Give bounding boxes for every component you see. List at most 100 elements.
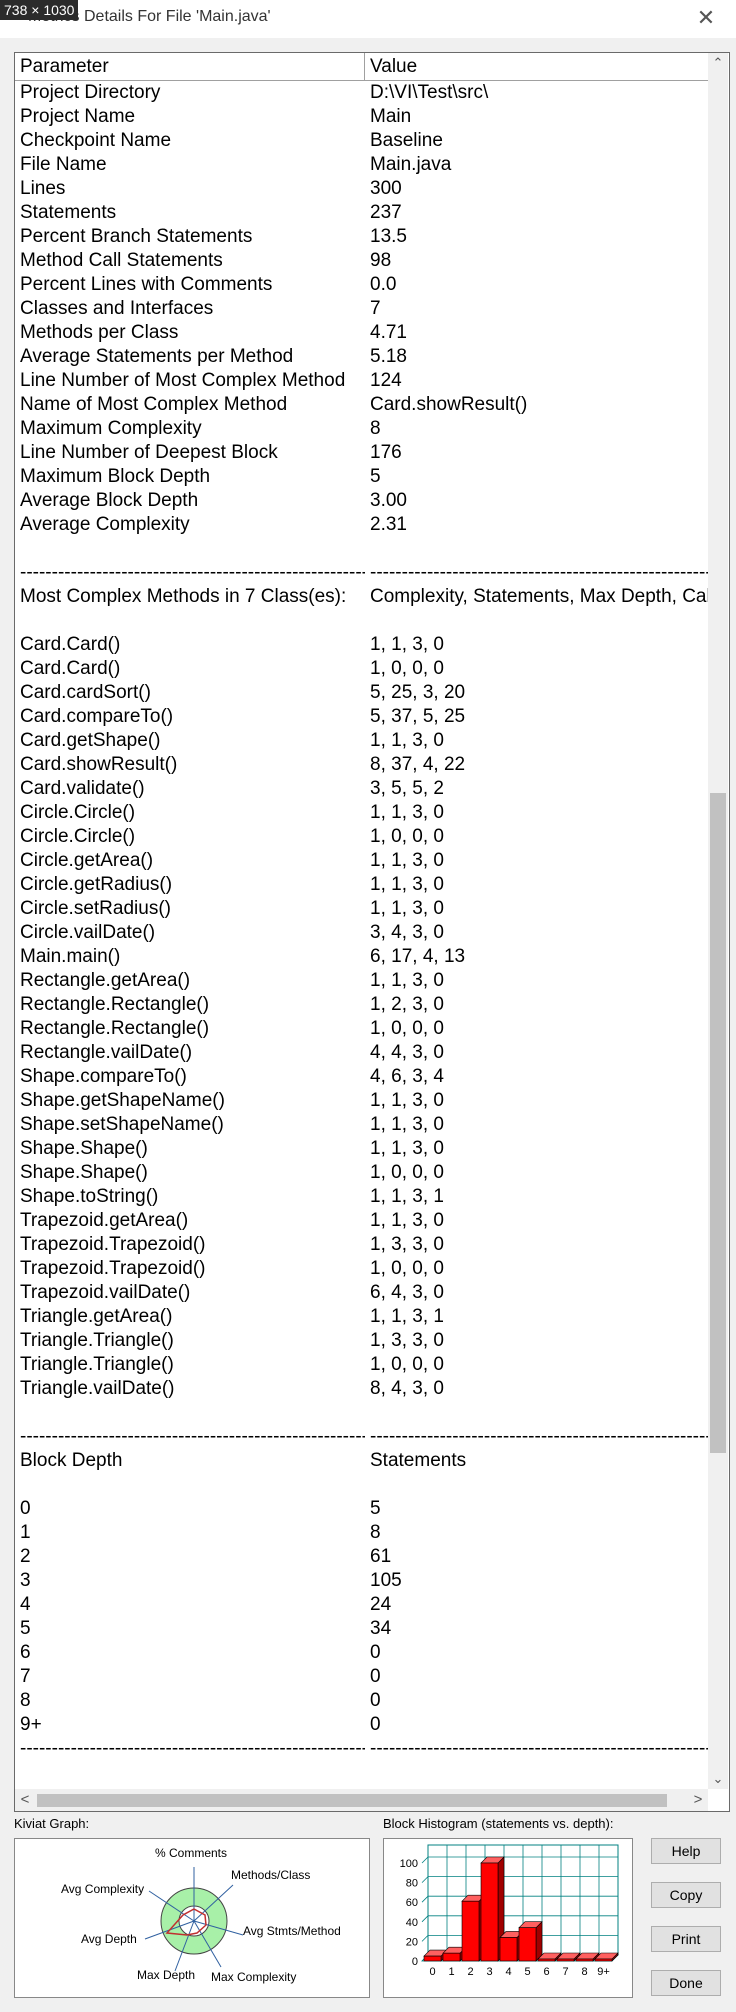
table-row[interactable]: Block Depth Statements [15,1449,708,1473]
table-row[interactable]: Card.Card() 1, 1, 3, 0 [15,633,708,657]
table-row[interactable]: Average Statements per Method 5.18 [15,345,708,369]
table-row[interactable]: Trapezoid.Trapezoid() 1, 3, 3, 0 [15,1233,708,1257]
parameter-cell: Percent Branch Statements [20,226,253,247]
kiviat-axis-label: Avg Complexity [61,1882,144,1896]
parameter-cell: ----------------------------------------… [20,562,365,583]
copy-button[interactable]: Copy [651,1882,721,1908]
table-row[interactable]: Classes and Interfaces 7 [15,297,708,321]
table-row[interactable]: 05 [15,1497,708,1521]
table-row[interactable]: Triangle.getArea() 1, 1, 3, 1 [15,1305,708,1329]
horizontal-scroll-thumb[interactable] [37,1794,667,1807]
table-row[interactable]: Project Name Main [15,105,708,129]
parameter-cell: Methods per Class [20,322,179,343]
table-row[interactable]: 5 34 [15,1617,708,1641]
parameter-cell: Circle.setRadius() [20,898,171,919]
table-row[interactable]: Method Call Statements 98 [15,249,708,273]
table-row[interactable]: Line Number of Most Complex Method 124 [15,369,708,393]
table-row[interactable]: Card.getShape() 1, 1, 3, 0 [15,729,708,753]
table-row[interactable]: Most Complex Methods in 7 Class(es): Comp… [15,585,708,609]
table-row[interactable]: Average Block Depth 3.00 [15,489,708,513]
scroll-left-icon[interactable]: < [15,1789,35,1811]
table-row[interactable]: Project Directory D:\VI\Test\src\ [15,81,708,105]
table-row[interactable]: 80 [15,1689,708,1713]
table-row[interactable]: Circle.Circle() 1, 0, 0, 0 [15,825,708,849]
table-row[interactable]: Triangle.vailDate() 8, 4, 3, 0 [15,1377,708,1401]
table-row[interactable]: ----------------------------------------… [15,1425,708,1449]
table-row[interactable]: Checkpoint Name Baseline [15,129,708,153]
table-row[interactable]: 2 61 [15,1545,708,1569]
table-row[interactable]: Circle.Circle() 1, 1, 3, 0 [15,801,708,825]
table-row[interactable]: Percent Lines with Comments 0.0 [15,273,708,297]
table-row[interactable]: Statements 237 [15,201,708,225]
table-row[interactable]: Rectangle.getArea() 1, 1, 3, 0 [15,969,708,993]
parameter-cell: Card.getShape() [20,730,161,751]
table-row[interactable]: Circle.getRadius() 1, 1, 3, 0 [15,873,708,897]
table-row[interactable]: Methods per Class 4.71 [15,321,708,345]
table-row[interactable]: Trapezoid.Trapezoid() 1, 0, 0, 0 [15,1257,708,1281]
parameter-cell: Rectangle.getArea() [20,970,191,991]
table-row[interactable]: Circle.getArea() 1, 1, 3, 0 [15,849,708,873]
scroll-down-icon[interactable]: ⌄ [708,1769,728,1789]
parameter-cell: Card.Card() [20,634,121,655]
close-icon[interactable]: ✕ [694,6,718,30]
table-row[interactable]: 3 105 [15,1569,708,1593]
table-row[interactable]: Rectangle.Rectangle() 1, 2, 3, 0 [15,993,708,1017]
table-row[interactable]: Shape.toString() 1, 1, 3, 1 [15,1185,708,1209]
table-row[interactable]: Name of Most Complex Method Card.showResu… [15,393,708,417]
table-row[interactable]: Circle.setRadius() 1, 1, 3, 0 [15,897,708,921]
table-row[interactable]: 4 24 [15,1593,708,1617]
column-header-value[interactable]: Value [365,53,708,80]
vertical-scroll-thumb[interactable] [710,793,726,1453]
table-row[interactable] [15,609,708,633]
table-row[interactable]: Percent Branch Statements 13.5 [15,225,708,249]
table-row[interactable]: 70 [15,1665,708,1689]
table-row[interactable] [15,1473,708,1497]
table-row[interactable]: Shape.setShapeName() 1, 1, 3, 0 [15,1113,708,1137]
table-row[interactable]: Shape.getShapeName() 1, 1, 3, 0 [15,1089,708,1113]
table-row[interactable]: Trapezoid.vailDate() 6, 4, 3, 0 [15,1281,708,1305]
table-row[interactable]: Rectangle.vailDate() 4, 4, 3, 0 [15,1041,708,1065]
table-row[interactable] [15,1401,708,1425]
table-row[interactable]: Average Complexity 2.31 [15,513,708,537]
table-row[interactable]: Rectangle.Rectangle() 1, 0, 0, 0 [15,1017,708,1041]
table-row[interactable]: Triangle.Triangle() 1, 3, 3, 0 [15,1329,708,1353]
table-row[interactable]: Card.cardSort() 5, 25, 3, 20 [15,681,708,705]
value-cell: 124 [370,370,402,391]
scroll-up-icon[interactable]: ⌃ [708,53,728,73]
table-row[interactable]: Line Number of Deepest Block 176 [15,441,708,465]
table-row[interactable]: Shape.Shape() 1, 1, 3, 0 [15,1137,708,1161]
table-row[interactable]: Lines 300 [15,177,708,201]
table-row[interactable]: Card.showResult() 8, 37, 4, 22 [15,753,708,777]
table-row[interactable]: Main.main() 6, 17, 4, 13 [15,945,708,969]
table-row[interactable]: Card.validate() 3, 5, 5, 2 [15,777,708,801]
parameter-cell: Classes and Interfaces [20,298,214,319]
table-row[interactable]: 9+ 0 [15,1713,708,1737]
table-row[interactable]: Trapezoid.getArea() 1, 1, 3, 0 [15,1209,708,1233]
table-row[interactable]: Maximum Block Depth 5 [15,465,708,489]
table-row[interactable] [15,537,708,561]
parameter-cell [15,1473,365,1497]
value-cell: Card.showResult() [370,394,528,415]
help-button[interactable]: Help [651,1838,721,1864]
parameter-cell: Card.Card() [20,658,121,679]
table-row[interactable]: File Name Main.java [15,153,708,177]
table-row[interactable]: 18 [15,1521,708,1545]
histogram-bar [480,1862,499,1962]
table-row[interactable]: Card.compareTo() 5, 37, 5, 25 [15,705,708,729]
print-button[interactable]: Print [651,1926,721,1952]
table-row[interactable]: Circle.vailDate() 3, 4, 3, 0 [15,921,708,945]
vertical-scrollbar[interactable]: ⌃ ⌄ [708,53,728,1789]
table-row[interactable]: ----------------------------------------… [15,1737,708,1761]
table-row[interactable]: 60 [15,1641,708,1665]
column-header-parameter[interactable]: Parameter [15,53,365,80]
table-row[interactable]: Card.Card() 1, 0, 0, 0 [15,657,708,681]
table-row[interactable]: ----------------------------------------… [15,561,708,585]
table-row[interactable]: Maximum Complexity 8 [15,417,708,441]
table-row[interactable]: Shape.compareTo() 4, 6, 3, 4 [15,1065,708,1089]
horizontal-scrollbar[interactable]: < > [15,1789,708,1811]
scroll-right-icon[interactable]: > [688,1789,708,1811]
table-row[interactable]: Triangle.Triangle() 1, 0, 0, 0 [15,1353,708,1377]
done-button[interactable]: Done [651,1970,721,1996]
table-row[interactable]: Shape.Shape() 1, 0, 0, 0 [15,1161,708,1185]
value-cell: 1, 0, 0, 0 [370,658,444,679]
